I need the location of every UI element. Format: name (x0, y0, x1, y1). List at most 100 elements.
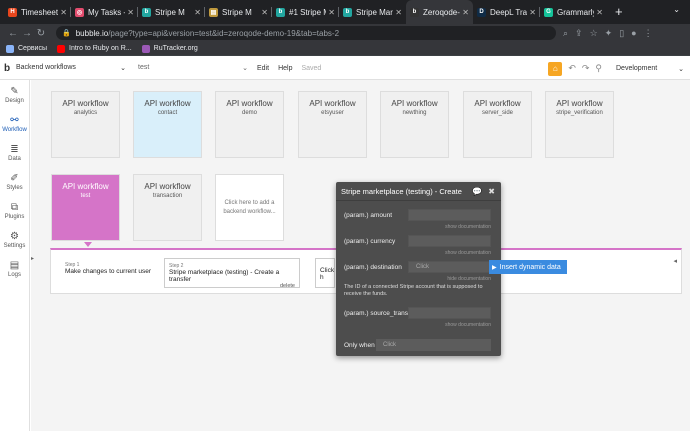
url-field[interactable]: 🔒 bubble.io/page?type=api&version=test&i… (56, 26, 556, 40)
workflow-card-demo[interactable]: API workflow demo (215, 91, 284, 158)
apps-icon (6, 44, 14, 53)
profile-icon[interactable]: ● (631, 28, 636, 38)
address-bar: ← → ↻ 🔒 bubble.io/page?type=api&version=… (0, 24, 690, 42)
action-property-panel: Stripe marketplace (testing) - Create 💬 … (336, 182, 501, 356)
workflow-card-newthing[interactable]: API workflow newthing (380, 91, 449, 158)
tab-search-icon[interactable]: ⌄ (673, 5, 680, 14)
sidebar-item-workflow[interactable]: ⚯ Workflow (0, 109, 29, 138)
home-icon[interactable]: ⌂ (548, 61, 563, 76)
close-icon[interactable]: ✕ (127, 8, 134, 17)
close-icon[interactable]: ✖ (488, 187, 495, 196)
bubble-logo[interactable]: b (4, 63, 14, 74)
sidebar-item-design[interactable]: ✎ Design (0, 80, 29, 109)
close-icon[interactable]: ✕ (328, 8, 335, 17)
param-amount-field[interactable] (408, 209, 491, 221)
close-icon[interactable]: ✕ (194, 8, 201, 17)
back-icon[interactable]: ← (6, 28, 20, 39)
menu-icon[interactable]: ⋮ (644, 28, 653, 39)
show-documentation-link[interactable]: show documentation (445, 322, 491, 328)
sidebar-item-logs[interactable]: ▤ Logs (0, 254, 29, 283)
close-icon[interactable]: ✕ (261, 8, 268, 17)
workflow-card-transaction[interactable]: API workflow transaction (133, 174, 202, 241)
logs-icon: ▤ (9, 259, 20, 271)
comment-icon[interactable]: 💬 (472, 187, 482, 196)
param-source-field[interactable] (408, 307, 491, 319)
edit-menu[interactable]: Edit (257, 65, 269, 72)
tab-stripe-2[interactable]: ▤ Stripe M ✕ (205, 0, 272, 24)
panel-header: Stripe marketplace (testing) - Create 💬 … (336, 182, 501, 201)
insert-dynamic-data-button[interactable]: ▶ Insert dynamic data (489, 260, 567, 274)
tab-my-tasks[interactable]: ◎ My Tasks - ✕ (71, 0, 138, 24)
favicon-icon: b (343, 7, 352, 17)
tab-stripe-3[interactable]: b #1 Stripe M ✕ (272, 0, 339, 24)
plugins-icon: ⧉ (10, 201, 19, 213)
tab-stripe-4[interactable]: b Stripe Mark ✕ (339, 0, 406, 24)
hide-documentation-link[interactable]: hide documentation (447, 276, 491, 282)
sidebar-item-styles[interactable]: ✐ Styles (0, 167, 29, 196)
page-selector[interactable]: Backend workflows ⌄ (16, 64, 126, 72)
version-selector[interactable]: test ⌄ (138, 64, 248, 72)
param-destination-field[interactable]: Click (408, 261, 491, 273)
favicon-icon: H (8, 7, 17, 17)
reload-icon[interactable]: ↻ (34, 28, 48, 39)
sidebar-item-plugins[interactable]: ⧉ Plugins (0, 196, 29, 225)
star-icon[interactable]: ☆ (590, 28, 598, 39)
close-icon[interactable]: ✕ (529, 8, 536, 17)
data-icon: ≣ (10, 143, 19, 155)
search-icon[interactable]: ⚲ (595, 63, 602, 74)
param-amount-label: (param.) amount (344, 212, 393, 219)
bookmark-services[interactable]: Сервисы (6, 44, 47, 53)
caret-right-icon: ▶ (492, 264, 497, 271)
bookmarks-bar: Сервисы Intro to Ruby on R... RuTracker.… (0, 42, 690, 56)
forward-icon[interactable]: → (20, 28, 34, 39)
expand-icon[interactable]: ◂ (673, 257, 677, 265)
bookmark-ruby[interactable]: Intro to Ruby on R... (57, 44, 132, 53)
tab-timesheet[interactable]: H Timesheet ✕ (4, 0, 71, 24)
tab-grammarly[interactable]: G Grammarly ✕ (540, 0, 607, 24)
sidebar-item-data[interactable]: ≣ Data (0, 138, 29, 167)
workflow-card-contact[interactable]: API workflow contact (133, 91, 202, 158)
workflow-card-server-side[interactable]: API workflow server_side (463, 91, 532, 158)
search-icon[interactable]: ⌕ (563, 28, 568, 39)
close-icon[interactable]: ✕ (596, 8, 603, 17)
tab-zeroqode[interactable]: b Zeroqode- ✕ (406, 0, 473, 24)
workflow-card-stripe-verification[interactable]: API workflow stripe_verification (545, 91, 614, 158)
favicon-icon: ▤ (209, 7, 218, 17)
environment-selector[interactable]: Development ⌄ (616, 65, 684, 73)
close-icon[interactable]: ✕ (395, 8, 402, 17)
workflow-card-etsyuser[interactable]: API workflow etsyuser (298, 91, 367, 158)
step-2[interactable]: Step 2 Stripe marketplace (testing) - Cre… (164, 258, 300, 289)
sidebar-item-settings[interactable]: ⚙ Settings (0, 225, 29, 254)
tab-stripe-1[interactable]: b Stripe M ✕ (138, 0, 205, 24)
bookmark-rutracker[interactable]: RuTracker.org (141, 44, 198, 53)
design-icon: ✎ (10, 85, 19, 97)
new-tab-button[interactable]: + (615, 0, 623, 24)
tab-deepl[interactable]: D DeepL Tra ✕ (473, 0, 540, 24)
add-workflow-card[interactable]: Click here to add a backend workflow... (215, 174, 284, 241)
add-step-button[interactable]: Click h (315, 258, 335, 288)
help-menu[interactable]: Help (278, 65, 292, 72)
app-header: b Backend workflows ⌄ test ⌄ Edit Help Sav… (0, 57, 690, 80)
undo-icon[interactable]: ↶ (568, 63, 576, 74)
show-documentation-link[interactable]: show documentation (445, 250, 491, 256)
param-currency-field[interactable] (408, 235, 491, 247)
workflow-card-test[interactable]: API workflow test (51, 174, 120, 241)
close-icon[interactable]: ✕ (60, 8, 67, 17)
lock-icon: 🔒 (62, 30, 71, 37)
selected-indicator (84, 242, 92, 247)
save-status: Saved (301, 64, 322, 72)
rutracker-icon (141, 44, 150, 53)
only-when-field[interactable]: Click (376, 339, 491, 351)
workflow-card-analytics[interactable]: API workflow analytics (51, 91, 120, 158)
step-1[interactable]: Step 1 Make changes to current user (61, 258, 159, 288)
show-documentation-link[interactable]: show documentation (445, 224, 491, 230)
redo-icon[interactable]: ↷ (582, 63, 590, 74)
favicon-icon: ◎ (75, 7, 84, 17)
sidebar-icon[interactable]: ▯ (619, 28, 624, 39)
browser-tab-bar: H Timesheet ✕ ◎ My Tasks - ✕ b Stripe M ✕ ▤ Str… (0, 0, 690, 24)
extension-icon[interactable]: ✦ (605, 28, 613, 39)
collapse-icon[interactable]: ▸ (31, 255, 34, 262)
close-icon[interactable]: ✕ (462, 8, 469, 17)
delete-link[interactable]: delete (169, 283, 295, 289)
share-icon[interactable]: ⇪ (575, 28, 583, 39)
